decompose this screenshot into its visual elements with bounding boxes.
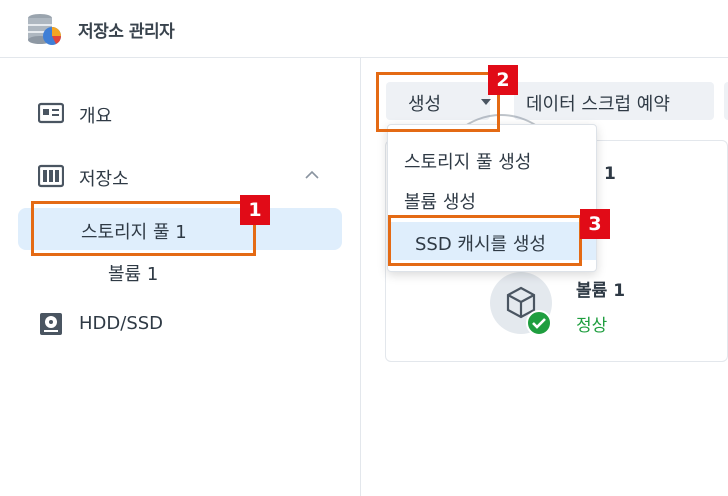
more-toolbar-button[interactable] [724, 82, 728, 120]
sidebar-item-label: 볼륨 1 [108, 264, 159, 285]
storage-icon [38, 164, 64, 188]
sidebar-item-volume-1[interactable]: 볼륨 1 [18, 250, 342, 292]
callout-box-1 [31, 201, 256, 256]
sidebar-item-label: HDD/SSD [79, 313, 164, 334]
chevron-up-icon[interactable] [304, 167, 320, 183]
volume-icon [490, 272, 552, 336]
menu-item-create-storage-pool[interactable]: 스토리지 풀 생성 [388, 140, 596, 178]
menu-item-create-volume[interactable]: 볼륨 생성 [388, 180, 596, 218]
sidebar: 개요 저장소 스토리지 풀 1 볼륨 1 HDD/SSD [0, 58, 361, 496]
check-circle-icon [526, 310, 552, 336]
sidebar-item-hdd-ssd[interactable]: HDD/SSD [18, 303, 342, 345]
callout-box-2 [376, 72, 500, 132]
title-bar: 저장소 관리자 [0, 0, 728, 58]
sidebar-item-storage[interactable]: 저장소 [18, 155, 342, 197]
callout-badge-3: 3 [580, 209, 610, 239]
volume-status: 정상 [576, 316, 608, 336]
sidebar-item-overview[interactable]: 개요 [18, 92, 342, 134]
callout-box-3 [388, 215, 582, 266]
volume-name: 볼륨 1 [576, 281, 626, 301]
sidebar-item-label: 저장소 [79, 169, 129, 190]
callout-badge-2: 2 [488, 65, 518, 95]
pool-number: 1 [604, 164, 616, 184]
disk-icon [40, 313, 62, 335]
menu-item-label: 스토리지 풀 생성 [404, 152, 532, 173]
app-title: 저장소 관리자 [78, 22, 175, 42]
overview-icon [38, 102, 64, 124]
storage-manager-icon [28, 14, 61, 45]
sidebar-item-label: 개요 [79, 106, 113, 127]
callout-badge-1: 1 [240, 195, 270, 225]
menu-item-label: 볼륨 생성 [404, 192, 476, 213]
